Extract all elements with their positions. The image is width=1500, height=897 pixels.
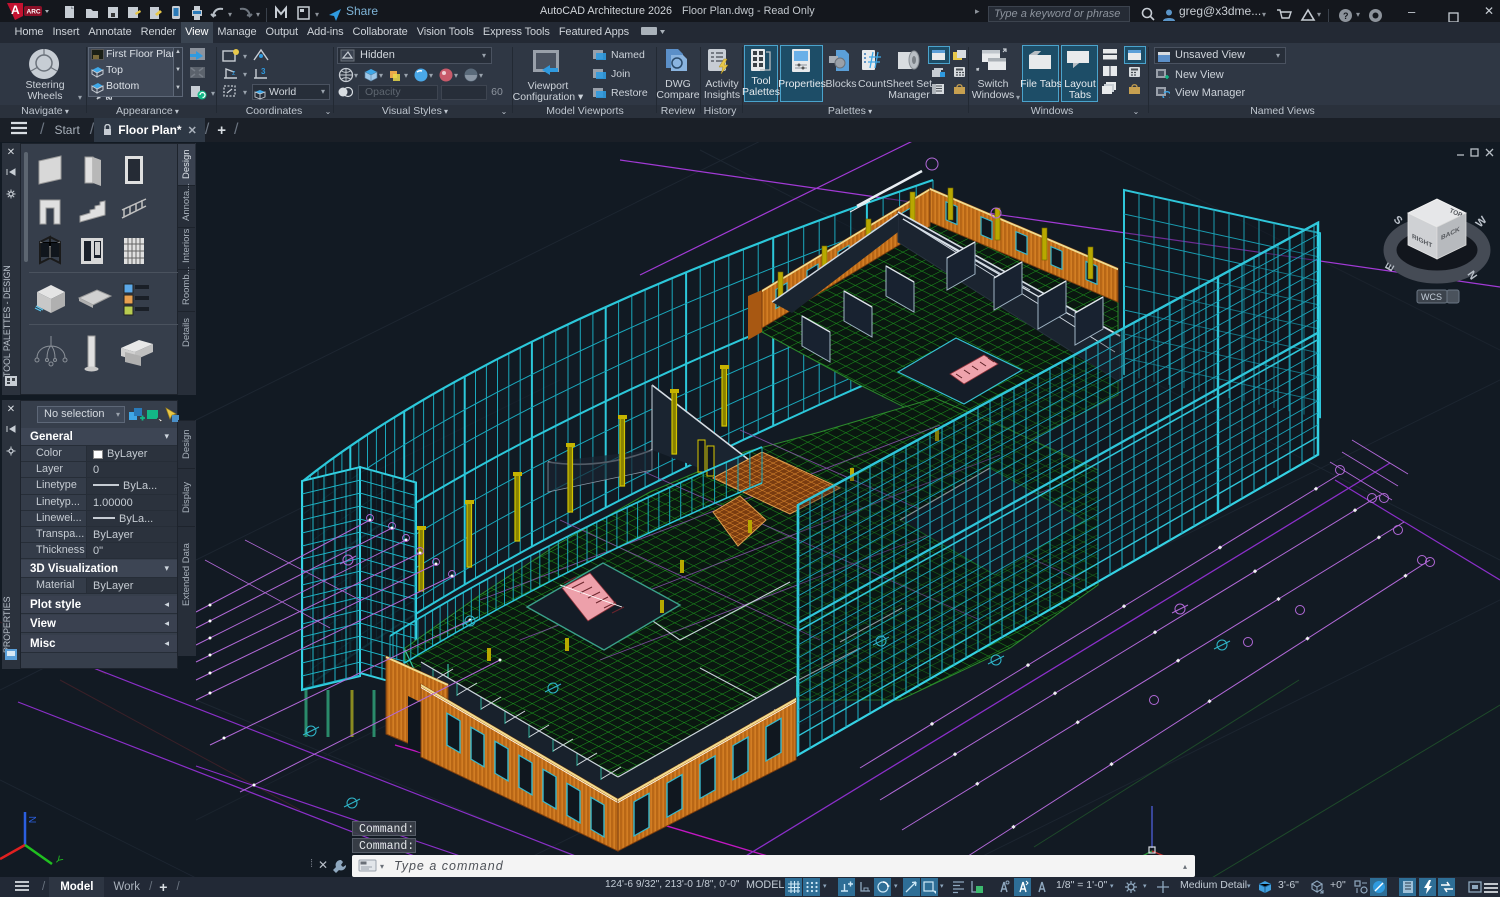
svg-text:z: z bbox=[232, 70, 236, 77]
svg-text:N: N bbox=[26, 816, 37, 823]
svg-text:3: 3 bbox=[261, 67, 266, 76]
svg-text:A: A bbox=[11, 3, 20, 17]
svg-text:?: ? bbox=[1343, 11, 1349, 21]
svg-text:WCS: WCS bbox=[1421, 292, 1442, 302]
svg-text:Y: Y bbox=[52, 854, 65, 867]
svg-text:ARC: ARC bbox=[27, 9, 41, 16]
